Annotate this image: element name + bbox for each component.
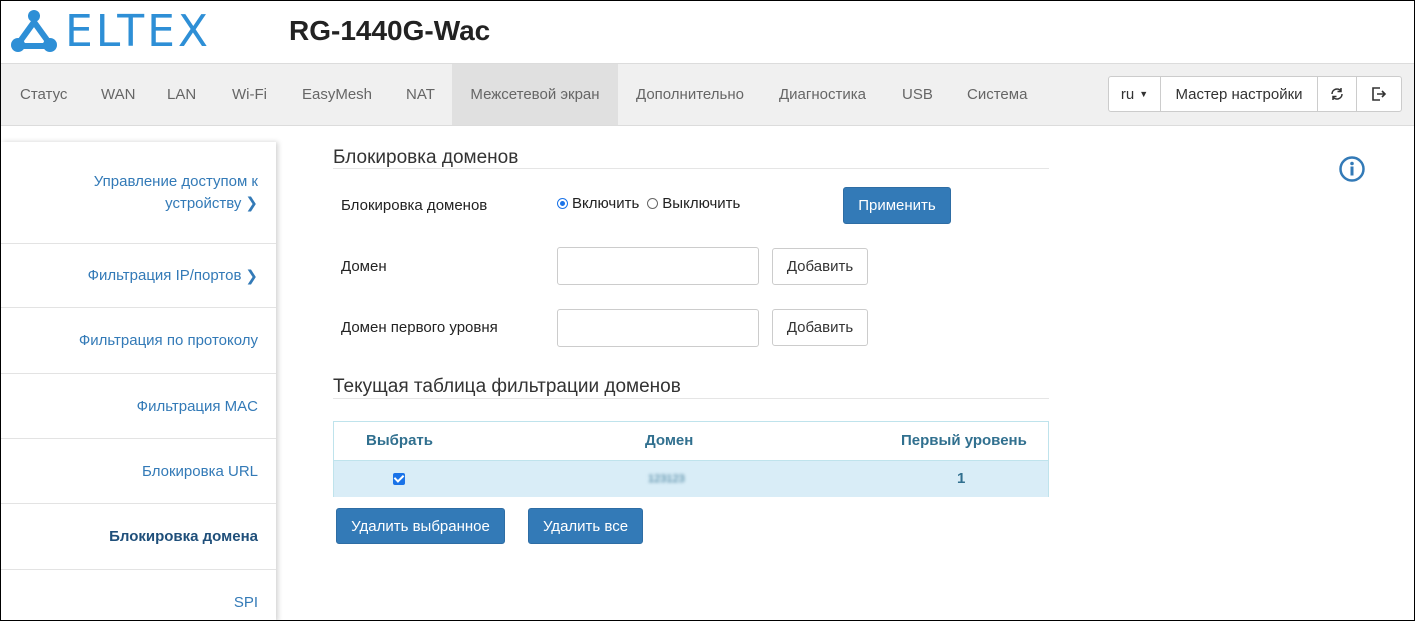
domain-filter-table: Выбрать Домен Первый уровень 123123 1 <box>333 421 1049 497</box>
refresh-button[interactable] <box>1317 76 1357 112</box>
nav-diagnostics[interactable]: Диагностика <box>779 64 866 125</box>
tld-input[interactable] <box>557 309 759 347</box>
sidebar-item-spi[interactable]: SPI <box>1 570 276 620</box>
nav-lan[interactable]: LAN <box>167 64 196 125</box>
chevron-right-icon: ❯ <box>245 194 258 212</box>
domain-block-radio-group: Включить Выключить <box>557 195 740 212</box>
sidebar: Управление доступом к устройству ❯ Фильтр… <box>1 142 276 620</box>
table-header-domain: Домен <box>645 432 694 449</box>
nav-easymesh[interactable]: EasyMesh <box>302 64 372 125</box>
add-tld-label: Добавить <box>786 319 854 336</box>
section-title-filter-table: Текущая таблица фильтрации доменов <box>333 376 681 397</box>
eltex-logo: ELTEX <box>9 7 211 57</box>
logout-icon <box>1372 87 1387 101</box>
brand-name: ELTEX <box>65 6 212 57</box>
row-domain: 123123 <box>648 473 685 485</box>
domain-block-label: Блокировка доменов <box>341 197 488 214</box>
radio-disable-label[interactable]: Выключить <box>662 195 740 212</box>
eltex-logo-icon <box>11 10 57 52</box>
sidebar-item-label: Управление доступом к <box>93 172 258 190</box>
sidebar-item-url-block[interactable]: Блокировка URL <box>1 439 276 504</box>
sidebar-item-label: Блокировка домена <box>109 528 258 545</box>
header: ELTEX RG-1440G-Wac <box>1 1 1414 63</box>
delete-all-button[interactable]: Удалить все <box>528 508 643 544</box>
logout-button[interactable] <box>1356 76 1402 112</box>
main-nav: Статус WAN LAN Wi-Fi EasyMesh NAT Межсет… <box>1 63 1414 126</box>
sidebar-item-label: Фильтрация MAC <box>136 397 258 415</box>
apply-button-label: Применить <box>858 197 936 214</box>
table-row: 123123 1 <box>334 460 1048 497</box>
domain-label: Домен <box>341 258 387 275</box>
add-domain-label: Добавить <box>786 258 854 275</box>
delete-selected-label: Удалить выбранное <box>351 517 490 535</box>
sidebar-item-label: Фильтрация по протоколу <box>78 332 258 349</box>
sidebar-item-protocol-filter[interactable]: Фильтрация по протоколу <box>1 308 276 374</box>
nav-nat[interactable]: NAT <box>406 64 435 125</box>
nav-advanced[interactable]: Дополнительно <box>636 64 744 125</box>
apply-button[interactable]: Применить <box>843 187 951 224</box>
app-frame: ELTEX RG-1440G-Wac Статус WAN LAN Wi-Fi … <box>0 0 1415 621</box>
section-title-domain-block: Блокировка доменов <box>333 147 519 168</box>
sidebar-item-domain-block[interactable]: Блокировка домена <box>1 504 276 570</box>
sidebar-item-ip-port-filter[interactable]: Фильтрация IP/портов ❯ <box>1 244 276 308</box>
sidebar-item-label: Фильтрация IP/портов <box>87 267 242 284</box>
row-first-level: 1 <box>957 470 966 487</box>
nav-status[interactable]: Статус <box>20 64 67 125</box>
radio-enable[interactable] <box>557 198 568 209</box>
language-select[interactable]: ru ▼ <box>1108 76 1161 112</box>
delete-selected-button[interactable]: Удалить выбранное <box>336 508 505 544</box>
setup-wizard-label: Мастер настройки <box>1175 85 1303 103</box>
tld-label: Домен первого уровня <box>341 319 498 336</box>
sidebar-item-label: SPI <box>233 593 258 611</box>
language-value: ru <box>1120 85 1135 103</box>
sidebar-item-label: устройству <box>165 194 242 212</box>
row-select-checkbox[interactable] <box>393 473 405 485</box>
sidebar-item-label: Блокировка URL <box>142 462 258 480</box>
chevron-right-icon: ❯ <box>245 267 258 285</box>
radio-enable-label[interactable]: Включить <box>572 195 639 212</box>
nav-system[interactable]: Система <box>967 64 1027 125</box>
sidebar-item-mac-filter[interactable]: Фильтрация MAC <box>1 374 276 439</box>
section-divider <box>333 168 1049 169</box>
nav-wifi[interactable]: Wi-Fi <box>232 64 267 125</box>
caret-down-icon: ▼ <box>1139 89 1149 99</box>
table-header-first-level: Первый уровень <box>901 432 1027 449</box>
device-title: RG-1440G-Wac <box>289 15 491 46</box>
nav-usb[interactable]: USB <box>902 64 933 125</box>
delete-all-label: Удалить все <box>542 517 629 535</box>
info-icon[interactable] <box>1338 155 1366 183</box>
setup-wizard-button[interactable]: Мастер настройки <box>1160 76 1318 112</box>
section-divider <box>333 398 1049 399</box>
nav-firewall[interactable]: Межсетевой экран <box>452 64 618 125</box>
table-header-select: Выбрать <box>366 432 433 449</box>
add-tld-button[interactable]: Добавить <box>772 309 868 346</box>
radio-disable[interactable] <box>647 198 659 209</box>
domain-input[interactable] <box>557 247 759 285</box>
sidebar-item-device-access[interactable]: Управление доступом к устройству ❯ <box>1 142 276 244</box>
add-domain-button[interactable]: Добавить <box>772 248 868 285</box>
nav-wan[interactable]: WAN <box>101 64 135 125</box>
refresh-icon <box>1331 88 1343 100</box>
